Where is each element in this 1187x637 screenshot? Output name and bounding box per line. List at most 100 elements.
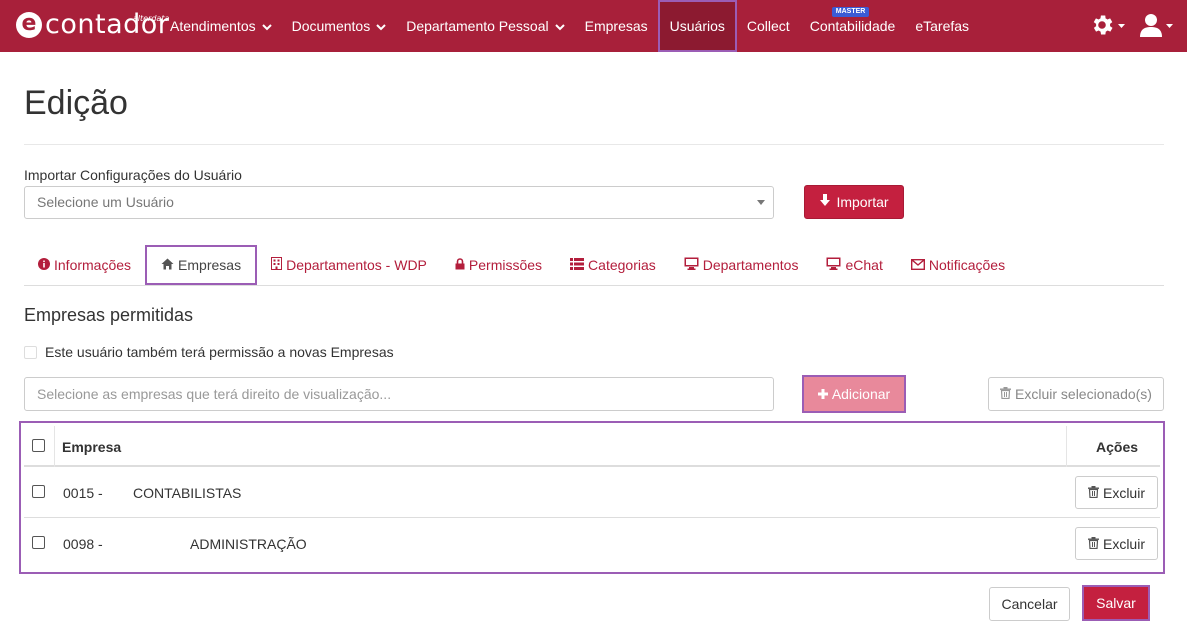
user-select-placeholder: Selecione um Usuário bbox=[37, 194, 174, 210]
list-icon bbox=[570, 257, 585, 273]
monitor-icon bbox=[826, 257, 841, 273]
column-header-empresa: Empresa bbox=[62, 439, 122, 455]
building-icon bbox=[271, 257, 283, 273]
trash-icon bbox=[1087, 485, 1099, 501]
caret-down-icon bbox=[1118, 22, 1125, 31]
new-companies-checkbox[interactable] bbox=[24, 345, 37, 359]
delete-row-button[interactable]: Excluir bbox=[1075, 476, 1158, 509]
row-checkbox[interactable] bbox=[32, 536, 45, 549]
nav-item-label: Departamento Pessoal bbox=[406, 18, 549, 34]
page-title: Edição bbox=[24, 84, 128, 122]
import-label: Importar Configurações do Usuário bbox=[24, 167, 242, 183]
table-row: 0015 - CONTABILISTAS Excluir bbox=[24, 467, 1160, 518]
tab-label: Informações bbox=[54, 257, 132, 273]
edit-tabs: Informações Empresas Departamentos - WDP… bbox=[24, 245, 1164, 286]
nav-right bbox=[1089, 0, 1173, 52]
row-checkbox[interactable] bbox=[32, 485, 45, 498]
nav-item-label: Usuários bbox=[669, 18, 725, 34]
company-search-input[interactable] bbox=[24, 377, 774, 411]
nav-item-label: Atendimentos bbox=[170, 18, 256, 34]
tab-empresas[interactable]: Empresas bbox=[145, 245, 258, 285]
tab-informacoes[interactable]: Informações bbox=[24, 245, 145, 285]
select-all-checkbox[interactable] bbox=[32, 439, 45, 452]
tab-departamentos-wdp[interactable]: Departamentos - WDP bbox=[257, 245, 441, 285]
tab-label: Notificações bbox=[928, 257, 1006, 273]
nav-item-label: Documentos bbox=[291, 18, 371, 34]
import-button[interactable]: Importar bbox=[804, 185, 904, 219]
lock-icon bbox=[455, 257, 465, 273]
master-badge: MASTER bbox=[831, 7, 870, 17]
nav-item-label: Collect bbox=[746, 18, 790, 34]
logo-word: contador alterdata bbox=[45, 10, 169, 40]
add-company-button[interactable]: Adicionar bbox=[802, 375, 906, 413]
chevron-down-icon bbox=[554, 3, 565, 55]
home-icon bbox=[161, 257, 174, 273]
tab-label: Categorias bbox=[588, 257, 656, 273]
tab-permissoes[interactable]: Permissões bbox=[441, 245, 556, 285]
tab-label: Departamentos bbox=[702, 257, 799, 273]
plus-icon bbox=[817, 386, 828, 402]
envelope-icon bbox=[910, 257, 925, 273]
company-code: 0015 - bbox=[63, 485, 103, 501]
table-header: Empresa Ações bbox=[24, 426, 1160, 467]
nav-item-label: eTarefas bbox=[915, 18, 970, 34]
nav-item-etarefas[interactable]: eTarefas bbox=[905, 0, 979, 52]
chevron-down-icon bbox=[261, 3, 272, 55]
select-arrow-icon bbox=[757, 187, 765, 231]
header-divider bbox=[54, 426, 55, 467]
delete-row-label: Excluir bbox=[1102, 484, 1145, 501]
tab-categorias[interactable]: Categorias bbox=[556, 245, 670, 285]
tab-notificacoes[interactable]: Notificações bbox=[897, 245, 1019, 285]
company-name: ADMINISTRAÇÃO bbox=[190, 536, 307, 552]
section-title: Empresas permitidas bbox=[24, 305, 194, 325]
top-navbar: e contador alterdata Atendimentos Docume… bbox=[0, 0, 1187, 52]
delete-selected-button[interactable]: Excluir selecionado(s) bbox=[988, 377, 1164, 411]
delete-row-button[interactable]: Excluir bbox=[1075, 527, 1158, 560]
tab-label: Empresas bbox=[178, 257, 242, 273]
caret-down-icon bbox=[1166, 22, 1173, 31]
nav-item-atendimentos[interactable]: Atendimentos bbox=[160, 0, 282, 52]
tab-departamentos[interactable]: Departamentos bbox=[670, 245, 813, 285]
header-divider bbox=[1066, 426, 1067, 467]
tab-echat[interactable]: eChat bbox=[812, 245, 896, 285]
info-icon bbox=[38, 257, 50, 273]
save-button[interactable]: Salvar bbox=[1082, 585, 1150, 621]
chevron-down-icon bbox=[376, 3, 386, 55]
add-company-label: Adicionar bbox=[831, 386, 891, 402]
arrow-down-icon bbox=[819, 194, 831, 210]
gear-icon bbox=[1089, 12, 1115, 41]
nav-item-empresas[interactable]: Empresas bbox=[575, 0, 658, 52]
trash-icon bbox=[1087, 536, 1099, 552]
delete-row-label: Excluir bbox=[1102, 535, 1145, 552]
main-nav: Atendimentos Documentos Departamento Pes… bbox=[160, 0, 979, 52]
new-companies-permission: Este usuário também terá permissão a nov… bbox=[24, 344, 394, 360]
cancel-button[interactable]: Cancelar bbox=[989, 587, 1070, 621]
nav-item-collect[interactable]: Collect bbox=[737, 0, 800, 52]
tab-label: eChat bbox=[845, 257, 883, 273]
title-divider bbox=[24, 144, 1164, 145]
settings-menu[interactable] bbox=[1089, 12, 1125, 41]
user-icon bbox=[1139, 12, 1163, 41]
tab-label: Departamentos - WDP bbox=[286, 257, 427, 273]
logo-letter: e bbox=[16, 12, 42, 38]
new-companies-label: Este usuário também terá permissão a nov… bbox=[45, 344, 394, 360]
monitor-icon bbox=[684, 257, 699, 273]
nav-item-label: Empresas bbox=[584, 18, 648, 34]
nav-item-documentos[interactable]: Documentos bbox=[282, 0, 397, 52]
company-code: 0098 - bbox=[63, 536, 103, 552]
table-row: 0098 - ADMINISTRAÇÃO Excluir bbox=[24, 518, 1160, 569]
app-logo[interactable]: e contador alterdata bbox=[16, 10, 169, 40]
user-select[interactable]: Selecione um Usuário bbox=[24, 186, 774, 219]
nav-item-departamento-pessoal[interactable]: Departamento Pessoal bbox=[396, 0, 574, 52]
nav-item-contabilidade[interactable]: MASTER Contabilidade bbox=[800, 0, 906, 52]
delete-selected-label: Excluir selecionado(s) bbox=[1015, 386, 1152, 402]
nav-item-usuarios[interactable]: Usuários bbox=[657, 0, 737, 52]
user-menu[interactable] bbox=[1139, 12, 1173, 41]
trash-icon bbox=[1000, 386, 1012, 402]
nav-item-label: Contabilidade bbox=[809, 18, 896, 34]
import-button-label: Importar bbox=[836, 194, 889, 210]
company-name: CONTABILISTAS bbox=[133, 485, 242, 501]
tab-label: Permissões bbox=[468, 257, 543, 273]
companies-table: Empresa Ações 0015 - CONTABILISTAS Exclu… bbox=[19, 421, 1165, 574]
column-header-acoes: Ações bbox=[1096, 439, 1139, 455]
